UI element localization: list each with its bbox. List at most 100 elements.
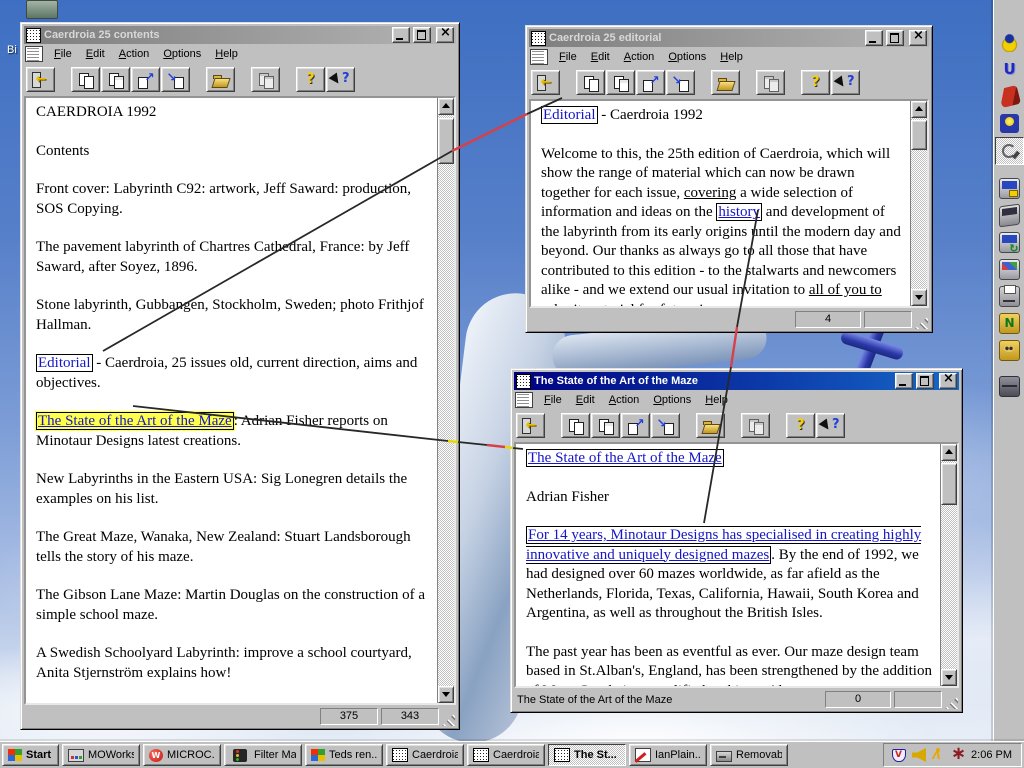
- scroll-thumb[interactable]: [941, 463, 957, 505]
- plug-icon[interactable]: [995, 137, 1024, 165]
- window-icon[interactable]: [26, 28, 41, 43]
- minimize-button[interactable]: [895, 373, 913, 389]
- menu-edit[interactable]: Edit: [584, 49, 617, 65]
- menu-file[interactable]: File: [552, 49, 584, 65]
- scroll-track[interactable]: [911, 118, 927, 289]
- exit-icon[interactable]: [516, 413, 545, 438]
- titlebar[interactable]: Caerdroia 25 contents: [24, 26, 456, 44]
- scroll-thumb[interactable]: [911, 120, 927, 150]
- task-ianplain[interactable]: IanPlain...: [629, 744, 707, 766]
- menu-help[interactable]: Help: [713, 49, 750, 65]
- computer-sync-icon[interactable]: [996, 229, 1023, 255]
- replace-text-icon[interactable]: [101, 67, 130, 92]
- scroll-down-icon[interactable]: [911, 289, 927, 306]
- menu-edit[interactable]: Edit: [79, 46, 112, 62]
- end-link-icon[interactable]: [161, 67, 190, 92]
- computer-disk-icon[interactable]: [996, 175, 1023, 201]
- scroll-down-icon[interactable]: [438, 686, 454, 703]
- copy-pages-icon[interactable]: [576, 70, 605, 95]
- close-button[interactable]: [939, 373, 957, 389]
- scroll-up-icon[interactable]: [911, 101, 927, 118]
- document-page-icon[interactable]: [515, 392, 533, 408]
- resize-grip[interactable]: [915, 316, 928, 329]
- task-filter-manager[interactable]: Filter Man...: [224, 744, 302, 766]
- copy-pages-icon[interactable]: [71, 67, 100, 92]
- context-help-icon[interactable]: [326, 67, 355, 92]
- exit-icon[interactable]: [531, 70, 560, 95]
- replace-text-icon[interactable]: [606, 70, 635, 95]
- open-folder-icon[interactable]: [711, 70, 740, 95]
- organizer-icon[interactable]: [996, 337, 1023, 363]
- copy-icon[interactable]: [251, 67, 280, 92]
- menu-action[interactable]: Action: [617, 49, 662, 65]
- start-button[interactable]: Start: [2, 744, 59, 766]
- menu-action[interactable]: Action: [112, 46, 157, 62]
- help-icon[interactable]: [296, 67, 325, 92]
- scroll-down-icon[interactable]: [941, 669, 957, 686]
- vertical-scrollbar[interactable]: [910, 101, 927, 306]
- menu-file[interactable]: File: [47, 46, 79, 62]
- minimize-button[interactable]: [865, 30, 883, 46]
- help-icon[interactable]: [801, 70, 830, 95]
- minimize-button[interactable]: [392, 27, 410, 43]
- hyperlink[interactable]: The State of the Art of the Maze: [526, 449, 724, 467]
- copy-icon[interactable]: [741, 413, 770, 438]
- context-help-icon[interactable]: [831, 70, 860, 95]
- titlebar[interactable]: Caerdroia 25 editorial: [529, 29, 929, 47]
- printer-icon[interactable]: [996, 283, 1023, 309]
- task-caerdroia-1[interactable]: Caerdroia...: [386, 744, 464, 766]
- context-help-icon[interactable]: [816, 413, 845, 438]
- document-page-icon[interactable]: [530, 49, 548, 65]
- maximize-button[interactable]: [886, 30, 904, 46]
- magnet-icon[interactable]: [996, 56, 1023, 82]
- document-page-icon[interactable]: [25, 46, 43, 62]
- help-icon[interactable]: [786, 413, 815, 438]
- scroll-up-icon[interactable]: [941, 444, 957, 461]
- titlebar[interactable]: The State of the Art of the Maze: [514, 372, 959, 390]
- menu-options[interactable]: Options: [646, 392, 698, 408]
- replace-text-icon[interactable]: [591, 413, 620, 438]
- scroll-up-icon[interactable]: [438, 98, 454, 115]
- resize-grip[interactable]: [442, 713, 455, 726]
- task-teds[interactable]: Teds ren...: [305, 744, 383, 766]
- hyperlink[interactable]: The State of the Art of the Maze: [36, 412, 234, 430]
- lightbulb-icon[interactable]: [996, 110, 1023, 136]
- task-the-state[interactable]: The St...: [548, 744, 626, 766]
- person-icon[interactable]: [931, 748, 945, 762]
- scroll-track[interactable]: [941, 461, 957, 669]
- start-link-icon[interactable]: [621, 413, 650, 438]
- hyperlink[interactable]: history: [716, 203, 762, 221]
- wallet-icon[interactable]: [996, 373, 1023, 399]
- menu-options[interactable]: Options: [661, 49, 713, 65]
- maximize-button[interactable]: [413, 27, 431, 43]
- task-removable[interactable]: Removab...: [710, 744, 788, 766]
- menu-file[interactable]: File: [537, 392, 569, 408]
- menu-help[interactable]: Help: [698, 392, 735, 408]
- menu-options[interactable]: Options: [156, 46, 208, 62]
- hyperlink[interactable]: Editorial: [36, 354, 93, 372]
- maximize-button[interactable]: [916, 373, 934, 389]
- green-book-icon[interactable]: [996, 310, 1023, 336]
- bug-icon[interactable]: [996, 29, 1023, 55]
- resize-grip[interactable]: [945, 696, 958, 709]
- task-caerdroia-2[interactable]: Caerdroia...: [467, 744, 545, 766]
- start-link-icon[interactable]: [131, 67, 160, 92]
- hidden-desktop-icon[interactable]: [26, 0, 58, 19]
- menu-action[interactable]: Action: [602, 392, 647, 408]
- task-microcosm[interactable]: MICROC...: [143, 744, 221, 766]
- antivirus-shield-icon[interactable]: [892, 749, 906, 762]
- start-link-icon[interactable]: [636, 70, 665, 95]
- close-button[interactable]: [909, 30, 927, 46]
- hyperlink[interactable]: Editorial: [541, 106, 598, 124]
- end-link-icon[interactable]: [666, 70, 695, 95]
- end-link-icon[interactable]: [651, 413, 680, 438]
- menu-help[interactable]: Help: [208, 46, 245, 62]
- stapler-icon[interactable]: [996, 83, 1023, 109]
- task-moworks[interactable]: MOWorks: [62, 744, 140, 766]
- volume-icon[interactable]: [912, 748, 926, 762]
- window-icon[interactable]: [516, 374, 531, 389]
- vertical-scrollbar[interactable]: [940, 444, 957, 686]
- scroll-track[interactable]: [438, 115, 454, 686]
- open-folder-icon[interactable]: [206, 67, 235, 92]
- laptop-icon[interactable]: [996, 202, 1023, 228]
